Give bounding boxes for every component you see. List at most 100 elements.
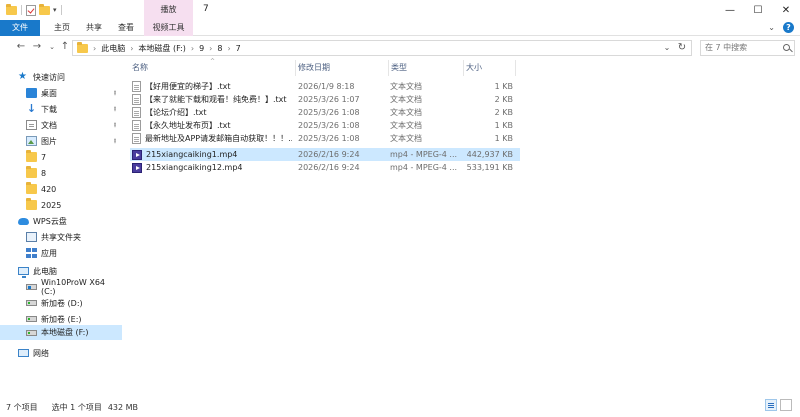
properties-icon[interactable] <box>26 4 36 16</box>
file-name: 215xiangcaiking1.mp4 <box>146 150 238 159</box>
sidebar-item-label: 本地磁盘 (F:) <box>41 328 89 337</box>
breadcrumb-separator-icon[interactable]: › <box>191 44 194 53</box>
picture-icon <box>26 136 37 146</box>
column-header-date[interactable]: 修改日期 <box>296 60 388 76</box>
column-header-size[interactable]: 大小 <box>464 60 514 76</box>
sidebar-item-downloads[interactable]: ↓ 下载 ✎ <box>0 101 122 117</box>
file-date: 2025/3/26 1:07 <box>298 95 360 104</box>
tab-view[interactable]: 查看 <box>114 20 138 36</box>
sidebar-item-folder-2025[interactable]: 2025 <box>0 197 122 213</box>
sidebar-item-wps-cloud[interactable]: WPS云盘 <box>0 213 122 229</box>
file-size: 1 KB <box>494 82 513 91</box>
sidebar-item-label: Win10ProW X64 (C:) <box>41 278 106 296</box>
file-size: 1 KB <box>494 121 513 130</box>
navigation-pane: ★ 快速访问 桌面 ✎ ↓ 下载 ✎ 文档 ✎ 图片 ✎ 7 8 420 202… <box>0 62 122 396</box>
tab-share[interactable]: 共享 <box>82 20 106 36</box>
maximize-button[interactable]: ☐ <box>744 0 772 20</box>
sidebar-item-folder-420[interactable]: 420 <box>0 181 122 197</box>
folder-icon <box>26 166 37 178</box>
sort-up-icon: ^ <box>209 58 216 65</box>
drive-icon <box>26 284 37 290</box>
forward-arrow-icon[interactable]: → <box>30 40 44 54</box>
breadcrumb-separator-icon[interactable]: › <box>93 44 96 53</box>
recent-locations-chevron-icon[interactable]: ⌄ <box>45 40 59 54</box>
apps-icon <box>26 248 37 258</box>
file-type: 文本文档 <box>390 121 422 130</box>
column-header-type[interactable]: 类型 <box>389 60 463 76</box>
search-input[interactable]: 在 7 中搜索 <box>700 40 795 56</box>
sidebar-item-label: 文档 <box>41 120 57 130</box>
pin-icon: ✎ <box>110 104 119 114</box>
breadcrumb-item[interactable]: 9 <box>199 44 204 53</box>
sidebar-item-drive-f[interactable]: 本地磁盘 (F:) <box>0 325 122 340</box>
details-view-icon[interactable] <box>765 399 777 411</box>
file-row[interactable]: 【好用便宜的梯子】.txt 2026/1/9 8:18 文本文档 1 KB <box>130 80 520 93</box>
folder-icon[interactable] <box>6 3 17 15</box>
sidebar-item-folder-8[interactable]: 8 <box>0 165 122 181</box>
sidebar-item-label: 新加卷 (E:) <box>41 314 82 324</box>
breadcrumb-item[interactable]: 此电脑 <box>101 43 125 54</box>
file-type: mp4 - MPEG-4 ... <box>390 163 458 172</box>
status-bar: 7 个项目 选中 1 个项目 432 MB <box>0 397 800 417</box>
breadcrumb-separator-icon[interactable]: › <box>130 44 133 53</box>
pin-icon: ✎ <box>110 120 119 130</box>
sidebar-item-drive-c[interactable]: Win10ProW X64 (C:) <box>0 278 122 296</box>
back-arrow-icon[interactable]: ← <box>14 40 28 54</box>
sidebar-item-documents[interactable]: 文档 ✎ <box>0 117 122 133</box>
sidebar-item-label: 8 <box>41 168 47 178</box>
column-divider[interactable] <box>515 60 516 76</box>
search-placeholder: 在 7 中搜索 <box>705 43 748 52</box>
tab-video-tools[interactable]: 视频工具 <box>144 20 193 36</box>
minimize-button[interactable]: — <box>716 0 744 20</box>
title-bar: ▾ 播放 7 — ☐ ✕ <box>0 0 800 20</box>
sidebar-item-label: 图片 <box>41 136 57 146</box>
tab-home[interactable]: 主页 <box>50 20 74 36</box>
ribbon-tabs: 文件 主页 共享 查看 视频工具 ⌄ ? <box>0 20 800 36</box>
sidebar-item-network[interactable]: 网络 <box>0 345 122 361</box>
address-history-chevron-icon[interactable]: ⌄ <box>661 41 673 55</box>
chevron-down-icon[interactable]: ⌄ <box>768 23 775 32</box>
file-row[interactable]: 215xiangcaiking12.mp4 2026/2/16 9:24 mp4… <box>130 161 520 174</box>
help-icon[interactable]: ? <box>783 22 794 33</box>
file-row[interactable]: 【论坛介绍】.txt 2025/3/26 1:08 文本文档 2 KB <box>130 106 520 119</box>
folder-icon <box>77 41 88 53</box>
file-name-cell: 215xiangcaiking12.mp4 <box>132 161 292 174</box>
breadcrumb-item[interactable]: 7 <box>236 44 241 53</box>
breadcrumb-item[interactable]: 本地磁盘 (F:) <box>138 43 185 54</box>
window-title: 7 <box>203 4 209 14</box>
breadcrumb-item[interactable]: 8 <box>217 44 222 53</box>
close-button[interactable]: ✕ <box>772 0 800 20</box>
breadcrumb-separator-icon[interactable]: › <box>209 44 212 53</box>
up-arrow-icon[interactable]: ↑ <box>58 40 72 54</box>
context-tab-group-label: 播放 <box>144 0 193 20</box>
sidebar-item-label: 新加卷 (D:) <box>41 298 83 308</box>
file-row[interactable]: 【来了就能下载和观看！纯免费！】.txt 2025/3/26 1:07 文本文档… <box>130 93 520 106</box>
new-folder-icon[interactable] <box>39 3 50 15</box>
column-header-name[interactable]: ^ 名称 <box>130 58 295 76</box>
file-row[interactable]: 【永久地址发布页】.txt 2025/3/26 1:08 文本文档 1 KB <box>130 119 520 132</box>
chevron-down-icon[interactable]: ▾ <box>53 6 57 14</box>
sidebar-item-folder-7[interactable]: 7 <box>0 149 122 165</box>
sidebar-item-apps[interactable]: 应用 <box>0 245 122 261</box>
file-row-selected[interactable]: 215xiangcaiking1.mp4 2026/2/16 9:24 mp4 … <box>130 148 520 161</box>
file-date: 2025/3/26 1:08 <box>298 121 360 130</box>
large-icons-view-icon[interactable] <box>780 399 792 411</box>
sidebar-item-this-pc[interactable]: 此电脑 <box>0 263 122 279</box>
file-name: 215xiangcaiking12.mp4 <box>146 163 243 172</box>
file-row[interactable]: 最新地址及APP请发邮箱自动获取！！！... 2025/3/26 1:08 文本… <box>130 132 520 145</box>
sidebar-item-drive-d[interactable]: 新加卷 (D:) <box>0 295 122 311</box>
sidebar-item-pictures[interactable]: 图片 ✎ <box>0 133 122 149</box>
toolbar-divider <box>21 5 22 15</box>
sidebar-item-shared-folder[interactable]: 共享文件夹 <box>0 229 122 245</box>
breadcrumb-separator-icon[interactable]: › <box>227 44 230 53</box>
video-file-icon <box>132 149 142 160</box>
text-file-icon <box>132 94 141 105</box>
file-name: 【论坛介绍】.txt <box>145 108 207 117</box>
file-size: 1 KB <box>494 134 513 143</box>
sidebar-item-desktop[interactable]: 桌面 ✎ <box>0 85 122 101</box>
file-size: 2 KB <box>494 95 513 104</box>
tab-file[interactable]: 文件 <box>0 20 40 36</box>
sidebar-item-quick-access[interactable]: ★ 快速访问 <box>0 69 122 85</box>
refresh-icon[interactable]: ↻ <box>675 41 689 55</box>
file-type: 文本文档 <box>390 108 422 117</box>
